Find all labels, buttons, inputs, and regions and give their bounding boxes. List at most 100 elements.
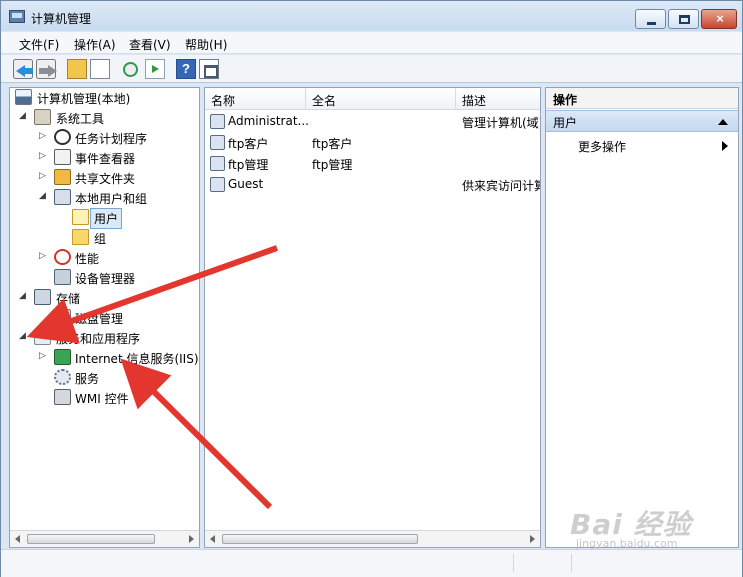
scroll-thumb[interactable]: [27, 534, 155, 544]
close-button[interactable]: ×: [701, 9, 737, 29]
user-fullname-cell: ftp客户: [312, 137, 353, 151]
selected-tree-label: 用户: [90, 208, 123, 229]
scroll-right-icon[interactable]: [530, 535, 535, 543]
event-viewer-icon: [54, 149, 71, 165]
services-apps-icon: [34, 329, 51, 345]
refresh-button[interactable]: [123, 62, 138, 77]
export-list-button[interactable]: [145, 59, 165, 79]
user-icon: [210, 156, 225, 171]
disk-icon: [54, 309, 71, 325]
minimize-button[interactable]: [635, 9, 666, 29]
scroll-left-icon[interactable]: [15, 535, 20, 543]
menu-action[interactable]: 操作(A): [74, 36, 116, 53]
actions-pane: 操作 用户 更多操作: [545, 87, 739, 548]
user-icon: [210, 135, 225, 150]
forward-button[interactable]: [36, 59, 57, 79]
user-name-cell: ftp客户: [228, 137, 269, 151]
expand-icon[interactable]: ▷: [39, 252, 48, 261]
tools-icon: [34, 109, 51, 125]
console-tree[interactable]: 计算机管理(本地) ◢ 系统工具 ▷ 任务计划程序 ▷ 事件查看器 ▷ 共享文件夹 ◢ 本…: [9, 87, 200, 548]
show-hide-tree-button[interactable]: [90, 59, 110, 79]
disabled-user-icon: [210, 177, 225, 192]
menu-help[interactable]: 帮助(H): [185, 36, 227, 53]
performance-icon: [54, 249, 71, 265]
tree-label: 计算机管理(本地): [37, 92, 131, 106]
maximize-icon: [679, 15, 690, 24]
tree-item-local-users-groups[interactable]: ◢ 本地用户和组: [10, 188, 199, 208]
actions-group-label: 用户: [553, 116, 578, 130]
gear-icon: [54, 369, 71, 385]
back-button[interactable]: [13, 59, 33, 79]
expand-icon[interactable]: ▷: [39, 152, 48, 161]
user-description-cell: 管理计算机(域): [462, 116, 541, 130]
scroll-right-icon[interactable]: [189, 535, 194, 543]
list-row-ftp-client[interactable]: ftp客户 ftp客户: [205, 132, 540, 153]
status-main: [9, 554, 514, 572]
tree-item-services-applications[interactable]: ◢ 服务和应用程序: [10, 328, 199, 348]
title-bar[interactable]: 计算机管理 ×: [1, 1, 742, 31]
tree-item-iis[interactable]: ▷ Internet 信息服务(IIS)管: [10, 348, 199, 368]
column-name[interactable]: 名称: [205, 88, 306, 110]
menu-file[interactable]: 文件(F): [19, 36, 59, 53]
user-name-cell: Guest: [228, 177, 264, 191]
help-button[interactable]: ?: [176, 59, 196, 79]
column-description[interactable]: 描述: [456, 88, 540, 110]
list-row-administrator[interactable]: Administrat... 管理计算机(域): [205, 111, 541, 132]
tree-label: 系统工具: [56, 112, 105, 126]
expand-icon[interactable]: ▷: [39, 132, 48, 141]
clock-icon: [54, 129, 71, 145]
tree-item-performance[interactable]: ▷ 性能: [10, 248, 199, 268]
collapse-icon[interactable]: ◢: [19, 112, 28, 121]
tree-label: 服务和应用程序: [56, 332, 141, 346]
window-title: 计算机管理: [31, 12, 92, 26]
tree-item-users[interactable]: 用户: [10, 208, 199, 229]
column-fullname[interactable]: 全名: [306, 88, 456, 110]
tree-item-computer-management[interactable]: 计算机管理(本地): [10, 88, 199, 108]
maximize-button[interactable]: [668, 9, 699, 29]
scroll-thumb[interactable]: [222, 534, 418, 544]
user-fullname-cell: ftp管理: [312, 158, 353, 172]
status-segment: [514, 554, 572, 572]
expand-icon[interactable]: ▷: [39, 352, 48, 361]
scroll-left-icon[interactable]: [210, 535, 215, 543]
toolbar: ?: [1, 55, 742, 83]
tree-label: 任务计划程序: [75, 132, 148, 146]
shared-folder-icon: [54, 169, 71, 185]
user-name-cell: Administrat...: [228, 114, 308, 128]
tree-horizontal-scrollbar[interactable]: [10, 530, 199, 547]
collapse-icon[interactable]: ◢: [19, 292, 28, 301]
more-actions-link[interactable]: 更多操作: [578, 138, 626, 155]
tree-item-event-viewer[interactable]: ▷ 事件查看器: [10, 148, 199, 168]
tree-item-system-tools[interactable]: ◢ 系统工具: [10, 108, 199, 128]
tree-item-wmi-control[interactable]: WMI 控件: [10, 388, 199, 408]
users-list-pane[interactable]: 名称 全名 描述 Administrat... 管理计算机(域) ftp客户 ftp…: [204, 87, 541, 548]
tree-label: 事件查看器: [75, 152, 136, 166]
show-action-pane-button[interactable]: [199, 59, 219, 79]
actions-group-users[interactable]: 用户: [546, 110, 738, 132]
collapse-icon[interactable]: ◢: [19, 332, 28, 341]
tree-item-device-manager[interactable]: 设备管理器: [10, 268, 199, 288]
tree-label: 组: [94, 232, 107, 246]
wmi-icon: [54, 389, 71, 405]
up-level-button[interactable]: [67, 59, 87, 79]
tree-label: 共享文件夹: [75, 172, 136, 186]
tree-item-services[interactable]: 服务: [10, 368, 199, 388]
tree-label: 性能: [75, 252, 100, 266]
tree-item-task-scheduler[interactable]: ▷ 任务计划程序: [10, 128, 199, 148]
list-row-guest[interactable]: Guest 供来宾访问计算: [205, 174, 540, 195]
expand-icon[interactable]: ▷: [39, 172, 48, 181]
tree-item-groups[interactable]: 组: [10, 228, 199, 248]
collapse-icon[interactable]: ◢: [39, 192, 48, 201]
tree-item-shared-folders[interactable]: ▷ 共享文件夹: [10, 168, 199, 188]
computer-management-window: 计算机管理 × 文件(F) 操作(A) 查看(V) 帮助(H) ? 计算机管理(…: [0, 0, 743, 577]
collapse-up-icon[interactable]: [718, 119, 728, 125]
device-manager-icon: [54, 269, 71, 285]
list-horizontal-scrollbar[interactable]: [205, 530, 540, 547]
tree-item-storage[interactable]: ◢ 存储: [10, 288, 199, 308]
tree-item-disk-management[interactable]: 磁盘管理: [10, 308, 199, 328]
tree-label: 服务: [75, 372, 100, 386]
menu-view[interactable]: 查看(V): [129, 36, 171, 53]
list-header: 名称 全名 描述: [205, 88, 540, 110]
submenu-arrow-icon[interactable]: [722, 141, 728, 151]
list-row-ftp-admin[interactable]: ftp管理 ftp管理: [205, 153, 540, 174]
